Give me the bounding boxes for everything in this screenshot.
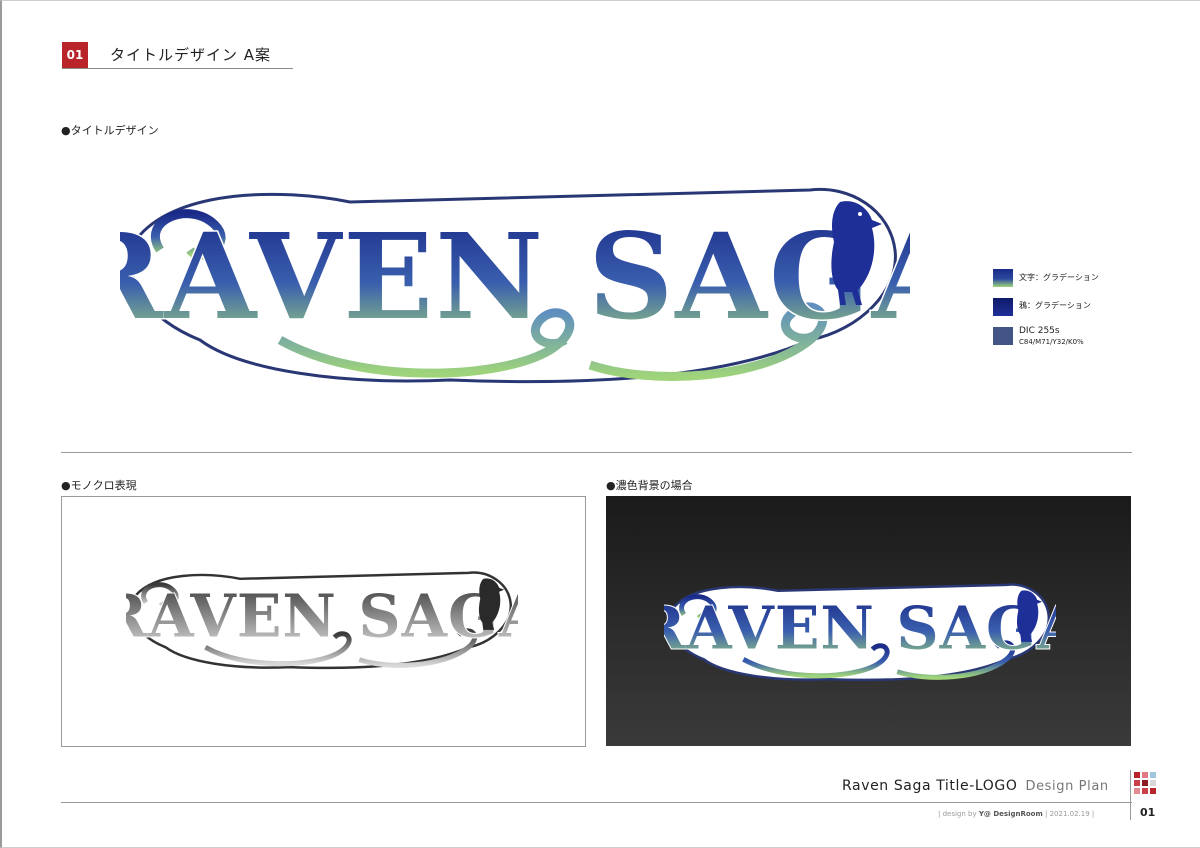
section-number-badge: 01	[62, 42, 88, 68]
footer-meta: | design by Y@ DesignRoom | 2021.02.19 |	[938, 810, 1094, 818]
page-title: タイトルデザイン A案	[110, 46, 272, 64]
footer-title-main: Raven Saga Title-LOGO	[842, 778, 1018, 794]
footer-subtitle: Design Plan	[1025, 779, 1109, 794]
footer-meta-prefix: | design by	[938, 810, 979, 818]
mono-logo: RAVEN SAGA	[126, 571, 518, 670]
swatch-dic-label: DIC 255s	[1019, 326, 1060, 336]
swatch-dic-sub: C84/M71/Y32/K0%	[1019, 338, 1084, 346]
footer-title: Raven Saga Title-LOGO Design Plan	[842, 778, 1109, 794]
footer-meta-suffix: | 2021.02.19 |	[1042, 810, 1095, 818]
logo-text: RAVEN SAGA	[120, 207, 910, 346]
dark-logo-text: RAVEN SAGA	[664, 593, 1056, 662]
footer-line	[61, 802, 1132, 803]
section-divider	[61, 452, 1132, 453]
dark-logo: RAVEN SAGA	[664, 583, 1056, 682]
footer-meta-author: Y@ DesignRoom	[978, 810, 1043, 818]
section-label-mono: ●モノクロ表現	[61, 479, 137, 492]
section-label-dark: ●濃色背景の場合	[606, 479, 693, 492]
swatch-text-gradient	[993, 269, 1013, 287]
swatch-raven-gradient	[993, 298, 1013, 316]
page-number: 01	[1140, 806, 1156, 819]
swatch-dic	[993, 327, 1013, 345]
mono-logo-text: RAVEN SAGA	[126, 581, 518, 650]
footer-vertical-line	[1130, 770, 1131, 820]
swatch-text-label: 文字：グラデーション	[1019, 273, 1099, 282]
swatch-raven-label: 鴉：グラデーション	[1019, 301, 1091, 310]
main-logo: RAVEN SAGA	[120, 187, 910, 384]
header-underline	[62, 68, 293, 69]
section-label-title-design: ●タイトルデザイン	[61, 124, 159, 137]
